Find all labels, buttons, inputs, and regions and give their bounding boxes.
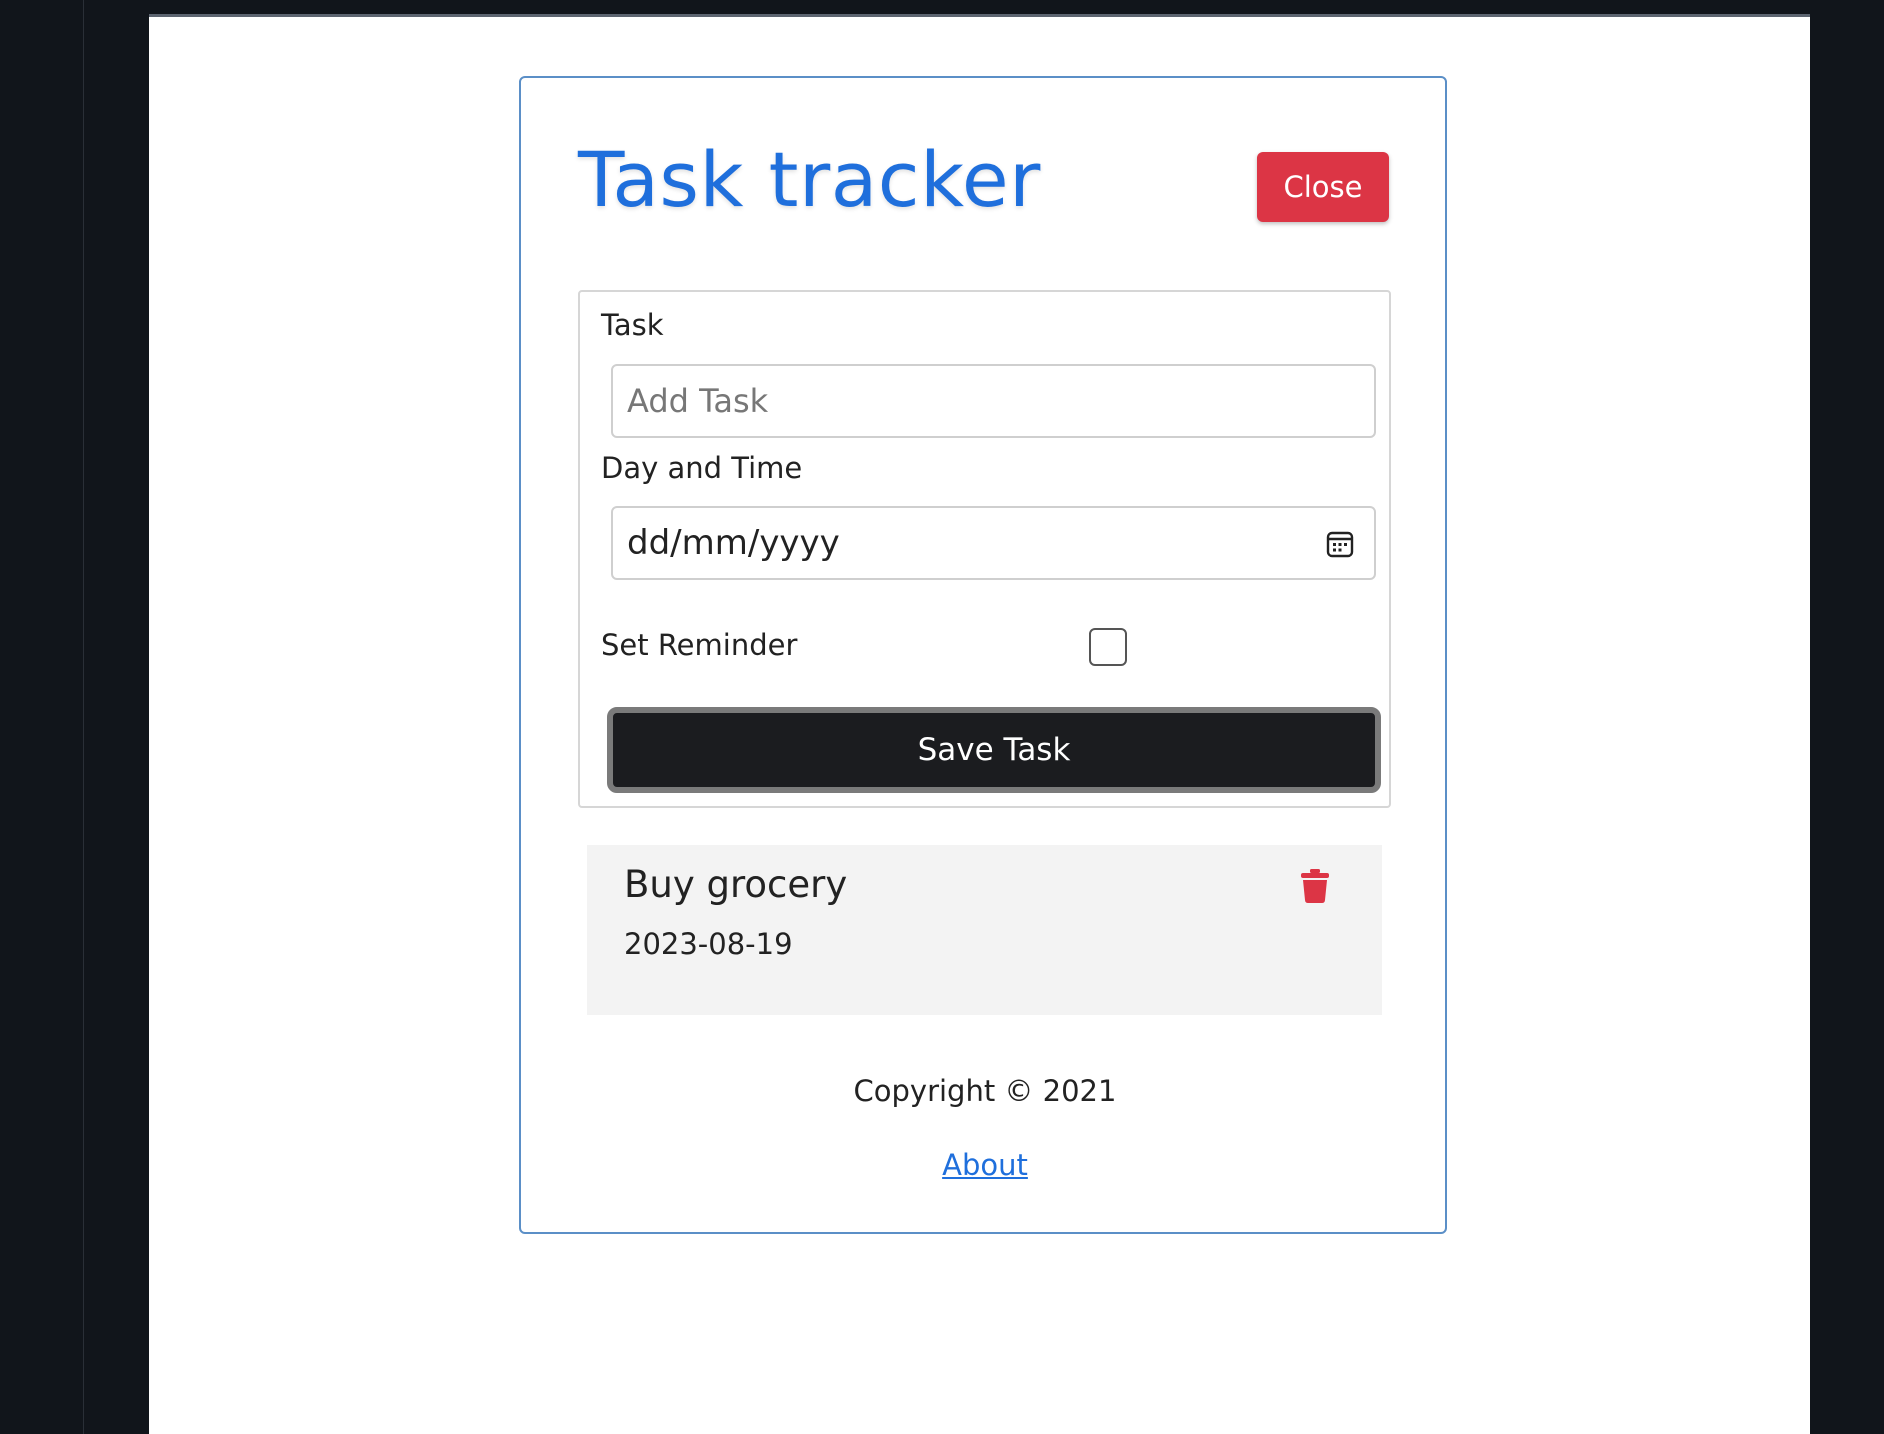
task-title: Buy grocery: [624, 863, 848, 906]
add-task-form: Task Day and Time dd/mm/yyyy Set Reminde…: [578, 290, 1391, 808]
task-item[interactable]: Buy grocery 2023-08-19: [587, 845, 1382, 1015]
day-time-input[interactable]: dd/mm/yyyy: [611, 506, 1376, 580]
side-panel: [0, 0, 84, 1434]
about-link[interactable]: About: [521, 1148, 1449, 1182]
save-task-button[interactable]: Save Task: [607, 707, 1381, 793]
date-placeholder: dd/mm/yyyy: [627, 523, 840, 563]
calendar-icon[interactable]: [1326, 530, 1354, 558]
day-and-time-label: Day and Time: [601, 451, 803, 485]
task-input[interactable]: [611, 364, 1376, 438]
set-reminder-label: Set Reminder: [601, 628, 798, 662]
reminder-checkbox[interactable]: [1089, 628, 1127, 666]
copyright-text: Copyright © 2021: [853, 1074, 1117, 1108]
task-label: Task: [601, 308, 664, 342]
app-title: Task tracker: [578, 135, 1041, 224]
task-tracker-container: Task tracker Close Task Day and Time dd/…: [519, 76, 1447, 1234]
task-date: 2023-08-19: [624, 927, 793, 961]
page-viewport: Task tracker Close Task Day and Time dd/…: [149, 14, 1810, 1434]
trash-icon[interactable]: [1300, 869, 1330, 903]
close-button[interactable]: Close: [1257, 152, 1389, 222]
